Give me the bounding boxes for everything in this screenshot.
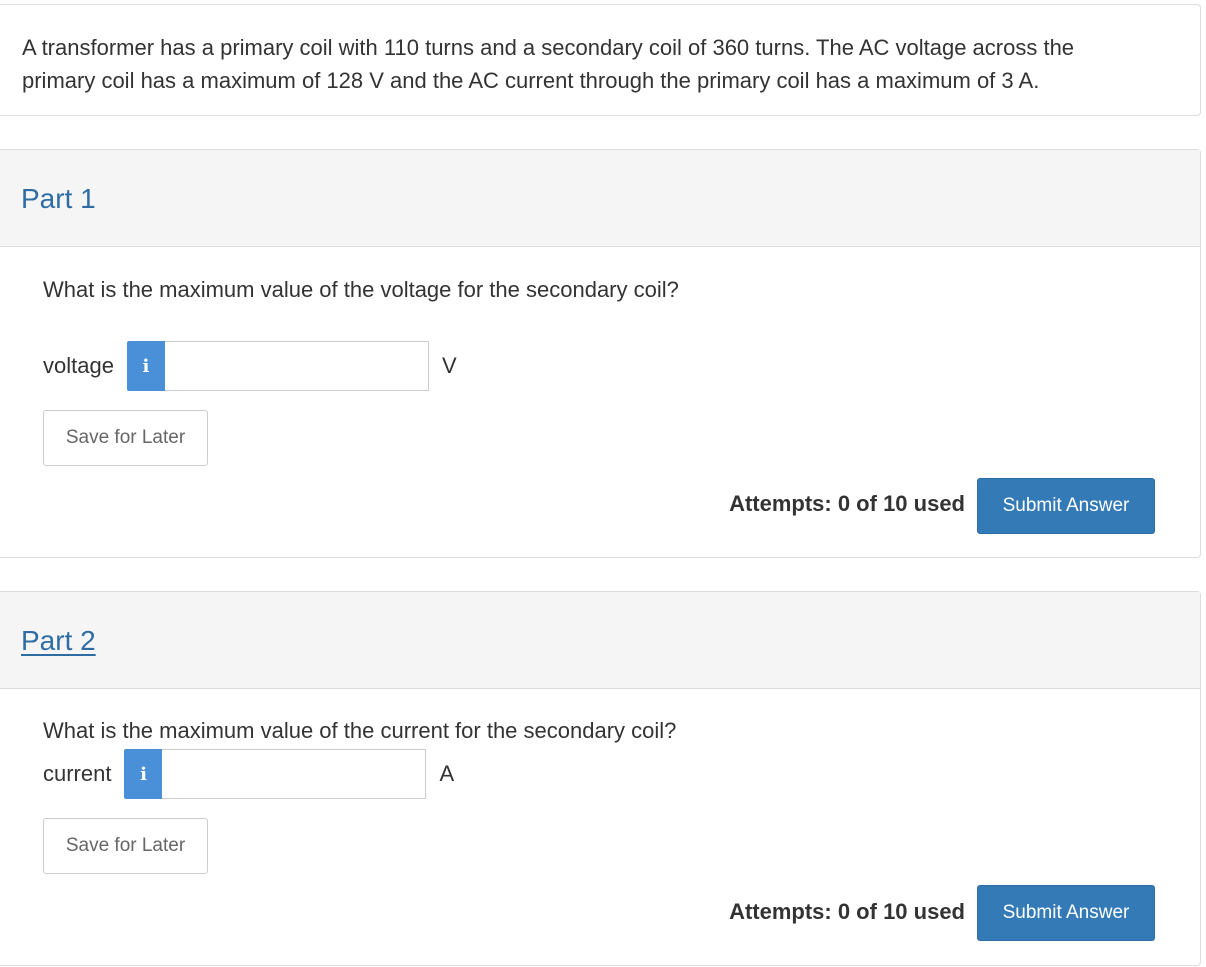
part-2-prompt: What is the maximum value of the current… (43, 718, 677, 743)
part-1-panel: Part 1 What is the maximum value of the … (0, 149, 1201, 558)
part-2-header: Part 2 (0, 592, 1200, 689)
voltage-unit: V (441, 353, 457, 378)
part-1-answer-row: voltage i V (43, 341, 457, 391)
part-2-title-link[interactable]: Part 2 (21, 624, 96, 658)
part-1-prompt: What is the maximum value of the voltage… (43, 277, 679, 302)
part-2-answer-row: current i A (43, 749, 454, 799)
attempts-counter: Attempts: 0 of 10 used (729, 899, 965, 924)
current-label: current (43, 761, 112, 786)
attempts-counter: Attempts: 0 of 10 used (729, 491, 965, 516)
question-text-line-2: primary coil has a maximum of 128 V and … (22, 68, 1040, 93)
part-1-title: Part 1 (21, 183, 96, 214)
submit-answer-button[interactable]: Submit Answer (977, 478, 1155, 534)
current-unit: A (439, 761, 455, 786)
question-statement: A transformer has a primary coil with 11… (0, 4, 1201, 116)
voltage-input[interactable] (164, 341, 429, 391)
part-1-header: Part 1 (0, 150, 1200, 247)
current-input[interactable] (162, 749, 427, 799)
save-for-later-button[interactable]: Save for Later (43, 818, 208, 874)
question-text-line-1: A transformer has a primary coil with 11… (22, 35, 1075, 60)
submit-answer-button[interactable]: Submit Answer (977, 885, 1155, 941)
info-icon[interactable]: i (126, 341, 165, 391)
voltage-label: voltage (43, 353, 114, 378)
save-for-later-button[interactable]: Save for Later (43, 410, 208, 466)
part-2-panel: Part 2 What is the maximum value of the … (0, 591, 1201, 966)
info-icon[interactable]: i (124, 749, 163, 799)
